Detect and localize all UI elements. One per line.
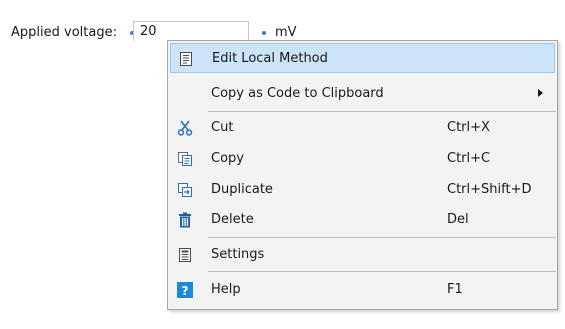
menu-item-label: Delete — [211, 212, 254, 227]
unit-anchor-dot — [262, 31, 266, 35]
menu-item-shortcut: F1 — [447, 282, 463, 297]
unit-label: mV — [275, 25, 297, 40]
menu-item-label: Settings — [211, 247, 265, 262]
menu-item-edit-local-method[interactable]: Edit Local Method — [170, 43, 555, 73]
menu-item-settings[interactable]: Settings — [170, 240, 555, 270]
menu-item-label: Duplicate — [211, 182, 273, 197]
menu-item-copy[interactable]: Copy Ctrl+C — [170, 144, 555, 174]
menu-item-label: Help — [211, 282, 241, 297]
edit-document-icon — [178, 51, 194, 67]
menu-separator — [208, 111, 556, 112]
app-canvas: Applied voltage: 20 mV Edit Local Method… — [0, 0, 565, 329]
context-menu: Edit Local Method Copy as Code to Clipbo… — [167, 40, 558, 310]
duplicate-icon — [177, 182, 193, 198]
submenu-arrow-icon — [538, 89, 543, 97]
applied-voltage-label: Applied voltage: — [11, 25, 117, 40]
menu-item-shortcut: Ctrl+X — [447, 120, 490, 135]
menu-item-label: Cut — [211, 120, 234, 135]
menu-item-duplicate[interactable]: Duplicate Ctrl+Shift+D — [170, 175, 555, 205]
svg-text:?: ? — [182, 284, 189, 298]
menu-item-delete[interactable]: Delete Del — [170, 205, 555, 235]
menu-item-label: Copy — [211, 151, 244, 166]
scissors-icon — [177, 120, 193, 136]
menu-item-label: Copy as Code to Clipboard — [211, 86, 384, 101]
menu-separator — [208, 237, 556, 238]
menu-item-help[interactable]: ? Help F1 — [170, 275, 555, 305]
copy-icon — [177, 151, 193, 167]
menu-item-shortcut: Ctrl+C — [447, 151, 491, 166]
menu-item-copy-as-code[interactable]: Copy as Code to Clipboard — [170, 79, 555, 109]
menu-item-shortcut: Ctrl+Shift+D — [447, 182, 532, 197]
menu-item-label: Edit Local Method — [212, 51, 328, 66]
help-icon: ? — [177, 282, 193, 298]
applied-voltage-input[interactable]: 20 — [133, 21, 249, 41]
menu-item-cut[interactable]: Cut Ctrl+X — [170, 113, 555, 143]
trash-icon — [177, 212, 193, 228]
menu-separator — [208, 271, 556, 272]
settings-document-icon — [177, 247, 193, 263]
menu-item-shortcut: Del — [447, 212, 469, 227]
